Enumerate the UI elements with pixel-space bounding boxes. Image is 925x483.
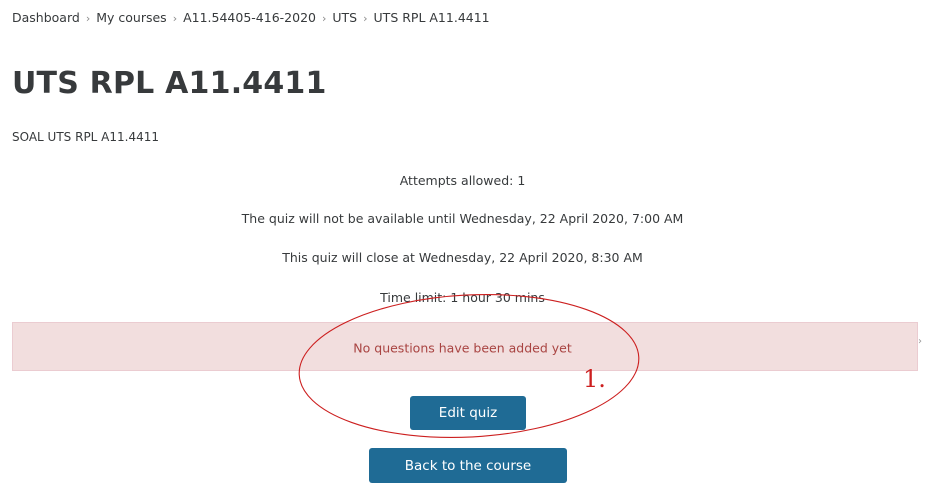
time-limit: Time limit: 1 hour 30 mins	[380, 290, 545, 305]
edge-mark: ›	[918, 336, 922, 347]
quiz-open-date: The quiz will not be available until Wed…	[241, 211, 684, 226]
attempts-allowed: Attempts allowed: 1	[399, 173, 526, 188]
page-title: UTS RPL A11.4411	[12, 66, 327, 101]
alert-message: No questions have been added yet	[353, 340, 572, 356]
breadcrumb: Dashboard › My courses › A11.54405-416-2020 ›…	[12, 10, 490, 25]
breadcrumb-section[interactable]: UTS	[332, 10, 357, 25]
breadcrumb-my-courses[interactable]: My courses	[96, 10, 166, 25]
quiz-intro: SOAL UTS RPL A11.4411	[12, 130, 160, 144]
breadcrumb-separator: ›	[172, 12, 178, 25]
breadcrumb-dashboard[interactable]: Dashboard	[12, 10, 80, 25]
quiz-close-date: This quiz will close at Wednesday, 22 Ap…	[282, 250, 643, 265]
breadcrumb-course[interactable]: A11.54405-416-2020	[183, 10, 316, 25]
edit-quiz-button[interactable]: Edit quiz	[410, 396, 526, 430]
breadcrumb-separator: ›	[363, 12, 368, 25]
back-to-course-button[interactable]: Back to the course	[369, 448, 567, 483]
breadcrumb-separator: ›	[321, 12, 327, 25]
breadcrumb-current[interactable]: UTS RPL A11.4411	[374, 10, 490, 25]
breadcrumb-separator: ›	[85, 12, 91, 25]
